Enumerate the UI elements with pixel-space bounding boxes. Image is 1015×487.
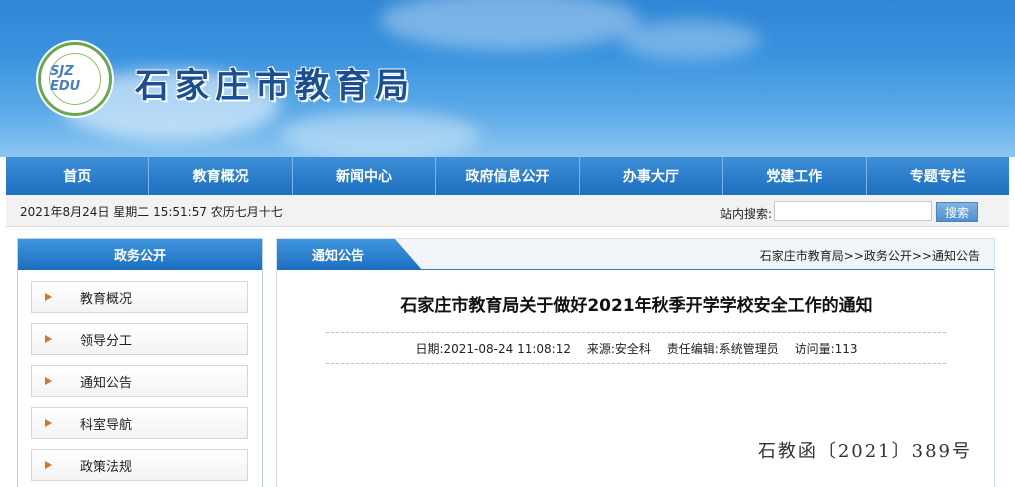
article-date: 日期:2021-08-24 11:08:12 [415,342,571,356]
nav-item-gov-info[interactable]: 政府信息公开 [436,157,580,195]
site-logo[interactable]: SJZ EDU [38,42,112,116]
sidebar: 政务公开 教育概况 领导分工 通知公告 科室导航 政策法规 [17,238,263,487]
main-content: 通知公告 石家庄市教育局>>政务公开>>通知公告 石家庄市教育局关于做好2021… [276,238,995,487]
arrow-right-icon [45,335,52,343]
article-source: 来源:安全科 [586,342,651,356]
cloud-decoration [380,0,640,50]
main-nav: 首页 教育概况 新闻中心 政府信息公开 办事大厅 党建工作 专题专栏 [6,157,1009,195]
logo-emblem-icon: SJZ EDU [49,53,101,105]
article-editor: 责任编辑:系统管理员 [666,342,779,356]
article-meta: 日期:2021-08-24 11:08:12 来源:安全科 责任编辑:系统管理员… [277,340,996,357]
site-banner: SJZ EDU 石家庄市教育局 [0,0,1015,157]
nav-item-news[interactable]: 新闻中心 [293,157,437,195]
cloud-decoration [280,110,480,157]
cloud-decoration [620,20,760,60]
divider [326,363,946,364]
sidebar-item-label: 教育概况 [80,291,133,307]
sidebar-item-label: 领导分工 [80,333,133,349]
arrow-right-icon [45,419,52,427]
arrow-right-icon [45,377,52,385]
search-button[interactable]: 搜索 [936,202,978,222]
sidebar-item-label: 政策法规 [80,459,133,475]
info-bar: 2021年8月24日 星期二 15:51:57 农历七月十七 站内搜索: 搜索 [6,195,1009,227]
sidebar-item-departments[interactable]: 科室导航 [31,407,248,439]
nav-item-services[interactable]: 办事大厅 [580,157,724,195]
nav-item-special[interactable]: 专题专栏 [867,157,1009,195]
date-time-display: 2021年8月24日 星期二 15:51:57 农历七月十七 [20,205,283,219]
divider [326,332,946,333]
nav-item-overview[interactable]: 教育概况 [149,157,293,195]
breadcrumb[interactable]: 石家庄市教育局>>政务公开>>通知公告 [760,247,980,264]
nav-item-party[interactable]: 党建工作 [723,157,867,195]
sidebar-item-policies[interactable]: 政策法规 [31,449,248,481]
sidebar-title: 政务公开 [18,239,262,270]
sidebar-item-label: 通知公告 [80,375,133,391]
site-title: 石家庄市教育局 [135,66,415,106]
tab-notices[interactable]: 通知公告 [277,239,422,270]
arrow-right-icon [45,461,52,469]
document-number: 石教函〔2021〕389号 [757,441,972,462]
sidebar-item-leadership[interactable]: 领导分工 [31,323,248,355]
sidebar-item-overview[interactable]: 教育概况 [31,281,248,313]
sidebar-item-notices[interactable]: 通知公告 [31,365,248,397]
logo-text: SJZ EDU [50,64,81,94]
article-title: 石家庄市教育局关于做好2021年秋季开学学校安全工作的通知 [400,296,873,316]
content-header: 通知公告 石家庄市教育局>>政务公开>>通知公告 [277,239,994,270]
sidebar-item-label: 科室导航 [80,417,133,433]
nav-item-home[interactable]: 首页 [6,157,150,195]
article-visits: 访问量:113 [794,342,858,356]
search-label: 站内搜索: [720,207,773,221]
search-input[interactable] [774,201,932,221]
arrow-right-icon [45,293,52,301]
